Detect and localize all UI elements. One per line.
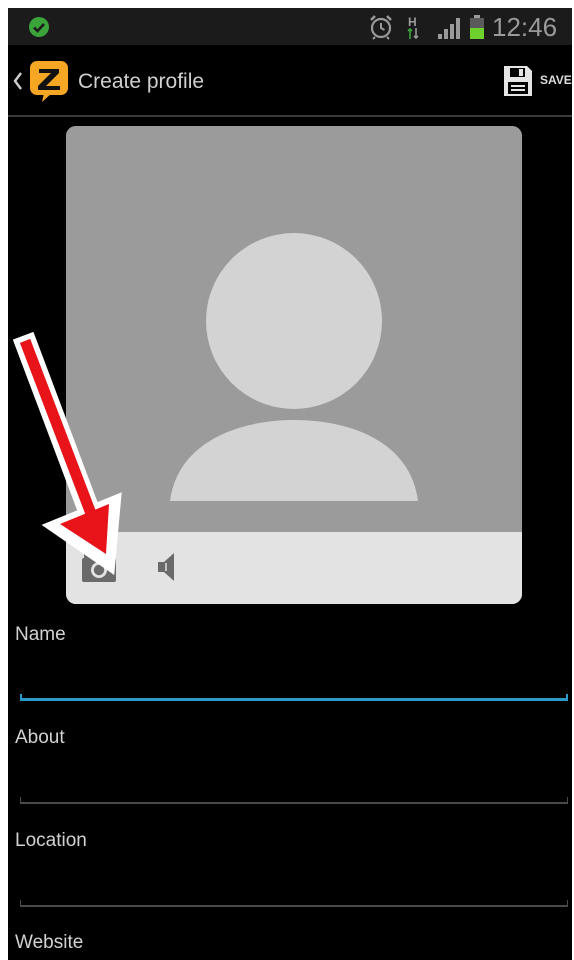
- website-label: Website: [15, 932, 84, 953]
- save-label: SAVE: [540, 73, 572, 87]
- phone-screen: H 12:46 Create profile SAVE Name About L…: [8, 8, 572, 960]
- notification-check-icon: [29, 17, 49, 37]
- save-button[interactable]: SAVE: [498, 59, 572, 103]
- location-input[interactable]: [20, 859, 568, 903]
- about-input-underline: [20, 797, 568, 804]
- profile-photo-card[interactable]: [66, 126, 522, 604]
- name-input[interactable]: [20, 653, 568, 697]
- status-time: 12:46: [492, 12, 558, 42]
- app-logo-icon[interactable]: [28, 59, 72, 103]
- save-disk-icon: [504, 66, 532, 96]
- location-input-underline: [20, 900, 568, 907]
- default-avatar-icon[interactable]: [66, 126, 522, 532]
- status-bar: H 12:46: [8, 8, 572, 45]
- signal-strength-icon: [438, 18, 460, 39]
- network-type-label: H: [408, 15, 417, 29]
- back-chevron-icon[interactable]: [12, 71, 24, 91]
- network-type-icon: H: [407, 15, 419, 40]
- camera-icon[interactable]: [80, 550, 118, 584]
- name-label: Name: [15, 624, 66, 645]
- location-label: Location: [15, 830, 87, 851]
- about-label: About: [15, 727, 65, 748]
- speaker-icon[interactable]: [154, 550, 180, 584]
- about-input[interactable]: [20, 756, 568, 800]
- alarm-clock-icon: [370, 15, 392, 40]
- battery-icon: [470, 15, 484, 39]
- page-title: Create profile: [78, 70, 205, 93]
- action-bar: Create profile SAVE: [8, 45, 572, 117]
- photo-card-toolbar: [66, 532, 522, 604]
- name-input-underline: [20, 694, 568, 701]
